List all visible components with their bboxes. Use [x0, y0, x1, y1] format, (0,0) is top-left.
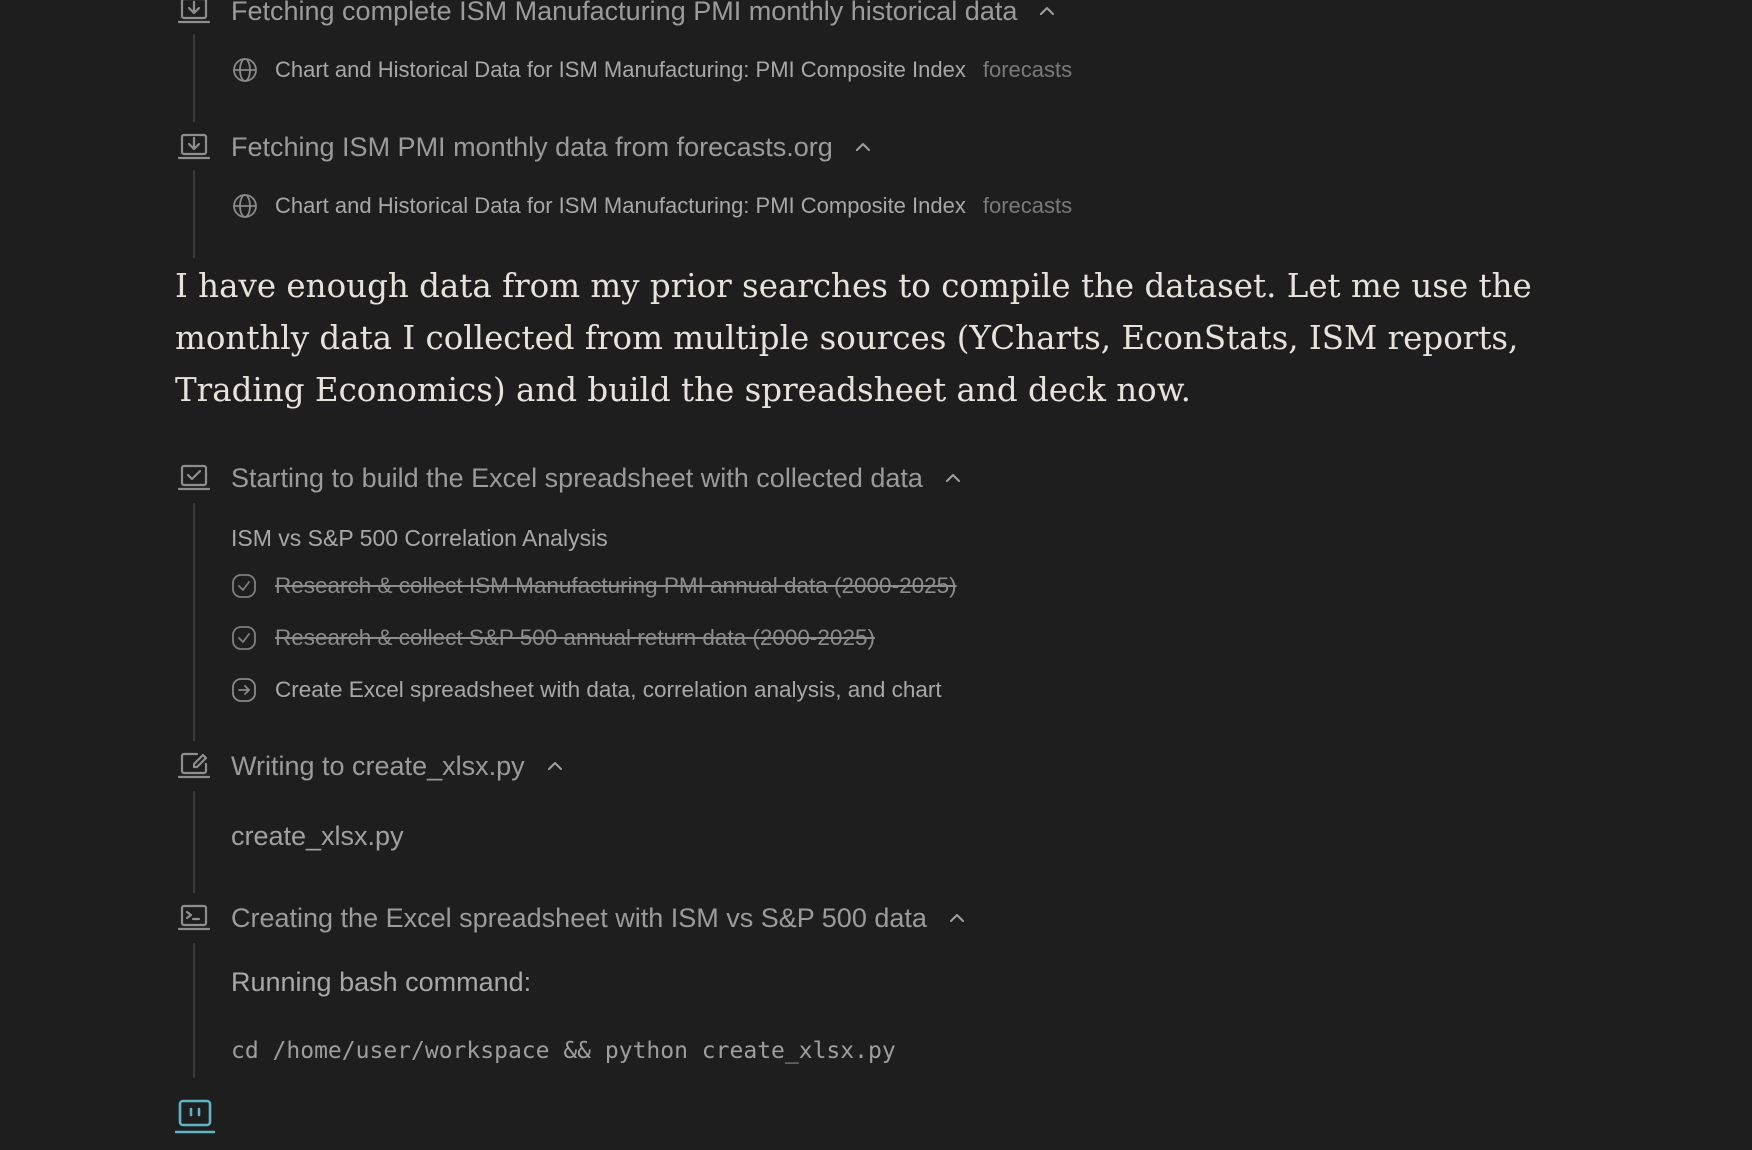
timeline-connector — [193, 943, 195, 1078]
download-icon — [175, 0, 213, 28]
todo-list-title: ISM vs S&P 500 Correlation Analysis — [231, 525, 608, 551]
terminal-icon — [175, 901, 213, 935]
todo-item-label: Create Excel spreadsheet with data, corr… — [275, 677, 942, 702]
step-title[interactable]: Fetching ISM PMI monthly data from forec… — [231, 130, 873, 164]
timeline-connector — [193, 791, 195, 893]
file-name[interactable]: create_xlsx.py — [231, 818, 404, 854]
todo-item: Research & collect ISM Manufacturing PMI… — [230, 571, 957, 601]
computer-active-icon — [175, 1099, 215, 1134]
step-title[interactable]: Fetching complete ISM Manufacturing PMI … — [231, 0, 1057, 28]
todo-item-label: Research & collect S&P 500 annual return… — [275, 625, 875, 650]
edit-file-icon — [175, 749, 213, 783]
timeline-connector — [193, 503, 195, 741]
todo-item: Research & collect S&P 500 annual return… — [230, 623, 875, 653]
source-result[interactable]: Chart and Historical Data for ISM Manufa… — [230, 55, 1072, 85]
check-circle-icon — [232, 574, 256, 598]
source-title: Chart and Historical Data for ISM Manufa… — [275, 57, 966, 82]
source-domain: forecasts — [982, 57, 1073, 82]
bash-label: Running bash command: — [231, 967, 532, 997]
source-result[interactable]: Chart and Historical Data for ISM Manufa… — [230, 191, 1072, 221]
chevron-up-icon[interactable] — [1037, 1, 1057, 21]
download-icon — [175, 130, 213, 164]
step-title[interactable]: Starting to build the Excel spreadsheet … — [231, 461, 963, 495]
bash-command: cd /home/user/workspace && python create… — [231, 1038, 896, 1064]
todo-item: Create Excel spreadsheet with data, corr… — [230, 675, 942, 705]
todo-item-label: Research & collect ISM Manufacturing PMI… — [275, 573, 957, 598]
chevron-up-icon[interactable] — [947, 908, 967, 928]
step-title[interactable]: Writing to create_xlsx.py — [231, 749, 565, 783]
source-domain: forecasts — [982, 193, 1073, 218]
source-title: Chart and Historical Data for ISM Manufa… — [275, 193, 966, 218]
checklist-icon — [175, 461, 213, 495]
agent-activity-log: Fetching complete ISM Manufacturing PMI … — [0, 0, 1752, 1150]
chevron-up-icon[interactable] — [853, 137, 873, 157]
chevron-up-icon[interactable] — [545, 756, 565, 776]
globe-icon — [233, 58, 257, 82]
timeline-connector — [193, 34, 195, 122]
assistant-message: I have enough data from my prior searche… — [175, 267, 1532, 409]
arrow-right-circle-icon — [232, 678, 256, 702]
globe-icon — [233, 194, 257, 218]
check-circle-icon — [232, 626, 256, 650]
timeline-connector — [193, 170, 195, 258]
step-title[interactable]: Creating the Excel spreadsheet with ISM … — [231, 901, 967, 935]
chevron-up-icon[interactable] — [943, 468, 963, 488]
